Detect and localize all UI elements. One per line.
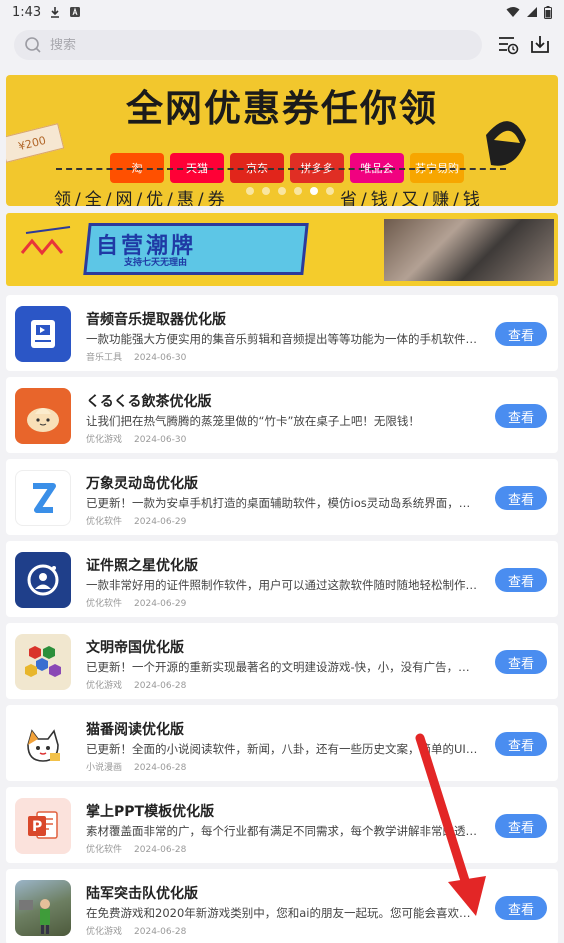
ppt-template-app-icon: P (15, 798, 71, 854)
download-manager-icon[interactable] (529, 34, 551, 56)
wifi-icon (506, 7, 520, 17)
app-category: 优化游戏 (86, 927, 123, 937)
status-bar: 1:43 (0, 0, 564, 24)
banner-bottom-right: 省/钱/又/赚/钱 (340, 189, 484, 207)
banner-plug-graphic (476, 95, 536, 175)
carousel-dot[interactable] (278, 187, 286, 195)
carousel-dot[interactable] (294, 187, 302, 195)
battery-icon (544, 5, 552, 19)
app-date: 2024-06-28 (134, 681, 187, 691)
carousel-dot[interactable] (262, 187, 270, 195)
app-name: 陆军突击队优化版 (86, 886, 198, 902)
notification-a-icon (70, 7, 81, 17)
id-photo-app-icon (15, 552, 71, 608)
app-name: くるくる飲茶优化版 (86, 394, 212, 410)
app-description: 让我们把在热气腾腾的蒸笼里做的“竹卡”放在桌子上吧！无限钱！ (86, 414, 420, 428)
app-description: 在免费游戏和2020年新游戏类别中，您和ai的朋友一起玩。您可能会喜欢的游… (86, 906, 481, 920)
list-item[interactable]: 猫番阅读优化版 已更新！全面的小说阅读软件，新闻，八卦，还有一些历史文案，简单的… (6, 705, 558, 781)
view-button[interactable]: 查看 (495, 814, 547, 838)
app-category: 优化软件 (86, 845, 123, 855)
app-meta: 优化游戏 2024-06-30 (86, 432, 186, 445)
app-meta: 优化软件 2024-06-29 (86, 514, 186, 527)
app-name: 猫番阅读优化版 (86, 722, 184, 738)
app-meta: 优化软件 2024-06-28 (86, 842, 186, 855)
list-item[interactable]: 音频音乐提取器优化版 一款功能强大方便实用的集音乐剪辑和音频提出等等功能为一体的… (6, 295, 558, 371)
app-date: 2024-06-29 (134, 517, 187, 527)
app-date: 2024-06-29 (134, 599, 187, 609)
app-date: 2024-06-28 (134, 927, 187, 937)
list-item[interactable]: 万象灵动岛优化版 已更新！一款为安卓手机打造的桌面辅助软件，模仿ios灵动岛系统… (6, 459, 558, 535)
cat-reader-app-icon (15, 716, 71, 772)
dim-sum-app-icon (15, 388, 71, 444)
download-icon (51, 7, 60, 18)
search-bar-row (0, 30, 564, 62)
signal-icon (527, 7, 537, 17)
civilization-app-icon (15, 634, 71, 690)
app-category: 优化软件 (86, 517, 123, 527)
view-button[interactable]: 查看 (495, 650, 547, 674)
carousel-dot[interactable] (326, 187, 334, 195)
banner-bottom-left: 领/全/网/优/惠/券 (54, 189, 229, 207)
app-meta: 优化游戏 2024-06-28 (86, 678, 186, 691)
app-name: 音频音乐提取器优化版 (86, 312, 226, 328)
view-button[interactable]: 查看 (495, 568, 547, 592)
app-category: 小说漫画 (86, 763, 123, 773)
search-box[interactable] (14, 30, 482, 60)
app-description: 一款非常好用的证件照制作软件，用户可以通过这款软件随时随地轻松制作证… (86, 578, 481, 592)
app-category: 优化游戏 (86, 435, 123, 445)
app-name: 万象灵动岛优化版 (86, 476, 198, 492)
coupon-banner[interactable]: 全网优惠券任你领 ¥200 淘 天猫 京东 拼多多 唯品会 苏宁易购 领/全/网… (6, 75, 558, 206)
list-item[interactable]: 证件照之星优化版 一款非常好用的证件照制作软件，用户可以通过这款软件随时随地轻松… (6, 541, 558, 617)
list-item[interactable]: 陆军突击队优化版 在免费游戏和2020年新游戏类别中，您和ai的朋友一起玩。您可… (6, 869, 558, 943)
search-icon (25, 37, 41, 53)
app-name: 文明帝国优化版 (86, 640, 184, 656)
app-category: 优化软件 (86, 599, 123, 609)
app-date: 2024-06-30 (134, 353, 187, 363)
view-button[interactable]: 查看 (495, 896, 547, 920)
coupon-amount: ¥200 (16, 133, 48, 153)
app-description: 已更新！全面的小说阅读软件，新闻，八卦，还有一些历史文案，简单的UI页… (86, 742, 481, 756)
dynamic-island-app-icon (15, 470, 71, 526)
app-name: 证件照之星优化版 (86, 558, 198, 574)
carousel-indicator[interactable] (246, 187, 334, 195)
search-input[interactable] (50, 37, 430, 53)
list-item[interactable]: くるくる飲茶优化版 让我们把在热气腾腾的蒸笼里做的“竹卡”放在桌子上吧！无限钱！… (6, 377, 558, 453)
app-meta: 小说漫画 2024-06-28 (86, 760, 186, 773)
app-description: 素材覆盖面非常的广，每个行业都有满足不同需求，每个教学讲解非常的透彻… (86, 824, 481, 838)
app-description: 一款功能强大方便实用的集音乐剪辑和音频提出等等功能为一体的手机软件，… (86, 332, 481, 346)
view-button[interactable]: 查看 (495, 732, 547, 756)
carousel-dot-active[interactable] (310, 187, 318, 195)
carousel-dot[interactable] (246, 187, 254, 195)
app-meta: 优化软件 2024-06-29 (86, 596, 186, 609)
app-date: 2024-06-28 (134, 763, 187, 773)
list-item[interactable]: P 掌上PPT模板优化版 素材覆盖面非常的广，每个行业都有满足不同需求，每个教学… (6, 787, 558, 863)
history-list-icon[interactable] (497, 34, 519, 56)
status-time: 1:43 (12, 4, 42, 20)
army-commando-app-icon (15, 880, 71, 936)
brand-subtitle: 支持七天无理由 (124, 258, 188, 268)
audio-extractor-app-icon (15, 306, 71, 362)
svg-text:P: P (32, 819, 42, 835)
app-date: 2024-06-30 (134, 435, 187, 445)
view-button[interactable]: 查看 (495, 486, 547, 510)
app-description: 已更新！一个开源的重新实现最著名的文明建设游戏-快，小，没有广告，永远… (86, 660, 481, 674)
app-description: 已更新！一款为安卓手机打造的桌面辅助软件，模仿ios灵动岛系统界面，功能… (86, 496, 481, 510)
brand-banner[interactable]: 自营潮牌 支持七天无理由 (6, 213, 558, 286)
app-meta: 优化游戏 2024-06-28 (86, 924, 186, 937)
brand-photo (384, 219, 554, 281)
view-button[interactable]: 查看 (495, 404, 547, 428)
app-date: 2024-06-28 (134, 845, 187, 855)
ribbon-decoration (20, 226, 71, 256)
app-meta: 音乐工具 2024-06-30 (86, 350, 186, 363)
view-button[interactable]: 查看 (495, 322, 547, 346)
app-name: 掌上PPT模板优化版 (86, 804, 215, 820)
list-item[interactable]: 文明帝国优化版 已更新！一个开源的重新实现最著名的文明建设游戏-快，小，没有广告… (6, 623, 558, 699)
banner-divider (56, 168, 506, 170)
app-category: 优化游戏 (86, 681, 123, 691)
app-category: 音乐工具 (86, 353, 123, 363)
